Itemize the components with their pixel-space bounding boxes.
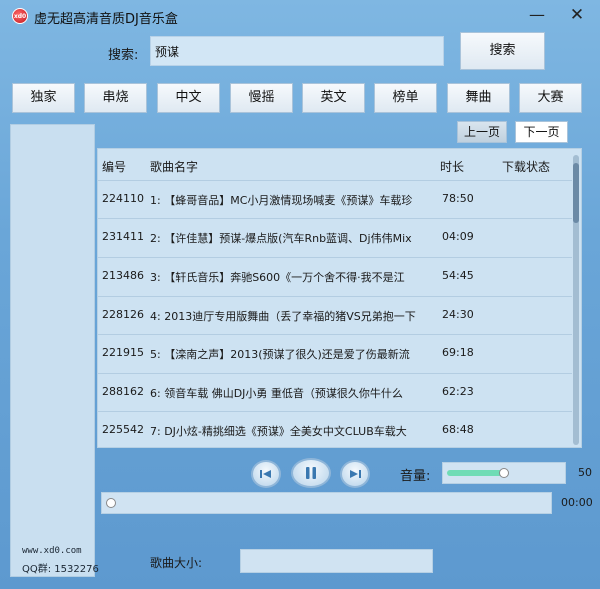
category-exclusive-button[interactable]: 独家 (12, 83, 75, 113)
sidebar-panel (10, 124, 95, 577)
table-scrollbar[interactable] (573, 155, 579, 445)
window-title: 虚无超高清音质DJ音乐盒 (34, 12, 178, 27)
header-name: 歌曲名字 (150, 160, 199, 174)
minimize-button[interactable]: — (526, 6, 548, 26)
volume-value: 50 (578, 466, 592, 479)
song-size-field (240, 549, 433, 573)
playback-progress-bar[interactable] (101, 492, 552, 514)
row-id: 213486 (102, 269, 144, 282)
header-status: 下载状态 (502, 160, 551, 174)
table-row[interactable]: 224110 1: 【蜂哥音品】MC小月激情现场喊麦《预谋》车载珍 78:50 (98, 180, 572, 218)
table-row[interactable]: 228126 4: 2013迪厅专用版舞曲（丢了幸福的猪VS兄弟抱一下 24:3… (98, 296, 572, 334)
song-table: 编号 歌曲名字 时长 下载状态 224110 1: 【蜂哥音品】MC小月激情现场… (97, 148, 582, 448)
category-dance-button[interactable]: 舞曲 (447, 83, 510, 113)
table-row[interactable]: 225542 7: DJ小炫-精挑细选《预谋》全美女中文CLUB车载大 68:4… (98, 411, 572, 447)
row-duration: 68:48 (442, 423, 474, 436)
category-slow-rock-button[interactable]: 慢摇 (230, 83, 293, 113)
row-name: 4: 2013迪厅专用版舞曲（丢了幸福的猪VS兄弟抱一下 (150, 310, 416, 323)
next-page-button[interactable]: 下一页 (515, 121, 568, 143)
row-id: 231411 (102, 230, 144, 243)
qq-group: QQ群: 1532276 (22, 564, 99, 575)
volume-knob[interactable] (499, 468, 509, 478)
row-name: 3: 【轩氏音乐】奔驰S600《一万个舍不得·我不是江 (150, 271, 405, 284)
search-label: 搜索: (108, 48, 139, 63)
table-row[interactable]: 231411 2: 【许佳慧】预谋-爆点版(汽车Rnb蓝调、Dj伟伟Mix 04… (98, 218, 572, 256)
row-duration: 78:50 (442, 192, 474, 205)
time-display: 00:00 (561, 496, 593, 509)
search-button[interactable]: 搜索 (460, 32, 545, 70)
app-logo-icon: xd0 (12, 8, 28, 24)
category-charts-button[interactable]: 榜单 (374, 83, 437, 113)
row-name: 6: 领音车载 佛山DJ小勇 重低音（预谋很久你牛什么 (150, 387, 403, 400)
row-id: 228126 (102, 308, 144, 321)
play-pause-button[interactable] (291, 458, 331, 488)
row-duration: 24:30 (442, 308, 474, 321)
skip-next-icon (350, 470, 361, 478)
header-id: 编号 (102, 160, 127, 174)
row-id: 221915 (102, 346, 144, 359)
song-size-label: 歌曲大小: (150, 556, 203, 570)
search-input[interactable] (150, 36, 444, 66)
progress-knob[interactable] (106, 498, 116, 508)
prev-page-button[interactable]: 上一页 (457, 121, 507, 143)
category-contest-button[interactable]: 大赛 (519, 83, 582, 113)
row-duration: 69:18 (442, 346, 474, 359)
row-name: 7: DJ小炫-精挑细选《预谋》全美女中文CLUB车载大 (150, 425, 407, 438)
category-english-button[interactable]: 英文 (302, 83, 365, 113)
row-duration: 04:09 (442, 230, 474, 243)
volume-slider[interactable] (442, 462, 566, 484)
volume-fill (447, 470, 504, 476)
category-chinese-button[interactable]: 中文 (157, 83, 220, 113)
skip-previous-icon (260, 470, 271, 478)
volume-label: 音量: (400, 469, 431, 484)
row-id: 225542 (102, 423, 144, 436)
row-name: 1: 【蜂哥音品】MC小月激情现场喊麦《预谋》车载珍 (150, 194, 413, 207)
header-duration: 时长 (440, 160, 465, 174)
next-track-button[interactable] (340, 460, 370, 488)
row-duration: 54:45 (442, 269, 474, 282)
category-medley-button[interactable]: 串烧 (84, 83, 147, 113)
close-button[interactable]: ✕ (566, 6, 588, 26)
table-row[interactable]: 288162 6: 领音车载 佛山DJ小勇 重低音（预谋很久你牛什么 62:23 (98, 373, 572, 411)
table-row[interactable]: 213486 3: 【轩氏音乐】奔驰S600《一万个舍不得·我不是江 54:45 (98, 257, 572, 295)
pause-icon (306, 467, 316, 479)
scrollbar-thumb[interactable] (573, 163, 579, 223)
table-row[interactable]: 221915 5: 【滦南之声】2013(预谋了很久)还是爱了伤最新流 69:1… (98, 334, 572, 372)
row-name: 2: 【许佳慧】预谋-爆点版(汽车Rnb蓝调、Dj伟伟Mix (150, 232, 412, 245)
row-duration: 62:23 (442, 385, 474, 398)
row-id: 224110 (102, 192, 144, 205)
site-url: www.xd0.com (22, 546, 82, 556)
prev-track-button[interactable] (251, 460, 281, 488)
row-name: 5: 【滦南之声】2013(预谋了很久)还是爱了伤最新流 (150, 348, 410, 361)
row-id: 288162 (102, 385, 144, 398)
table-header: 编号 歌曲名字 时长 下载状态 (98, 149, 581, 179)
